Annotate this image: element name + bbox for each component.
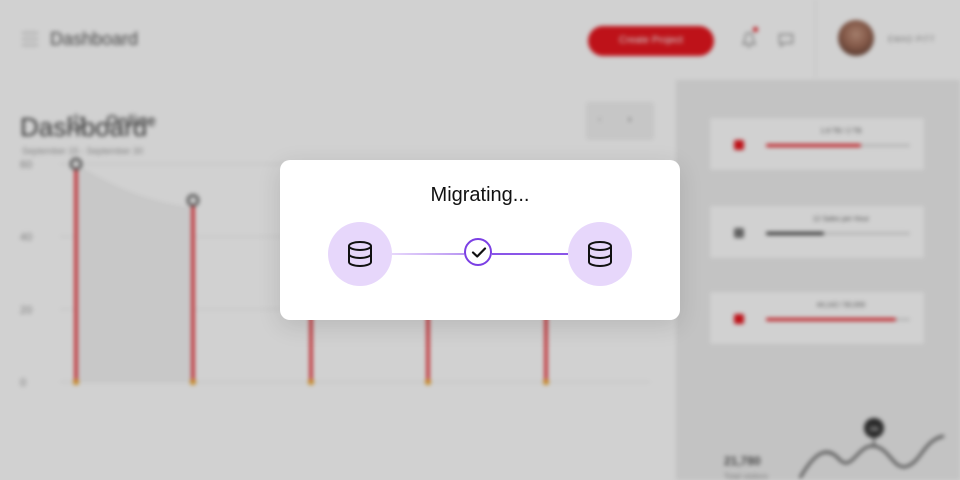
source-database: [328, 222, 392, 286]
database-icon: [348, 241, 372, 268]
target-database: [568, 222, 632, 286]
migration-modal: Migrating...: [280, 160, 680, 320]
modal-title: Migrating...: [430, 184, 530, 206]
progress-connector-right: [492, 253, 568, 255]
check-icon: [464, 238, 492, 266]
progress-connector-left: [392, 253, 464, 255]
database-icon: [588, 241, 612, 268]
